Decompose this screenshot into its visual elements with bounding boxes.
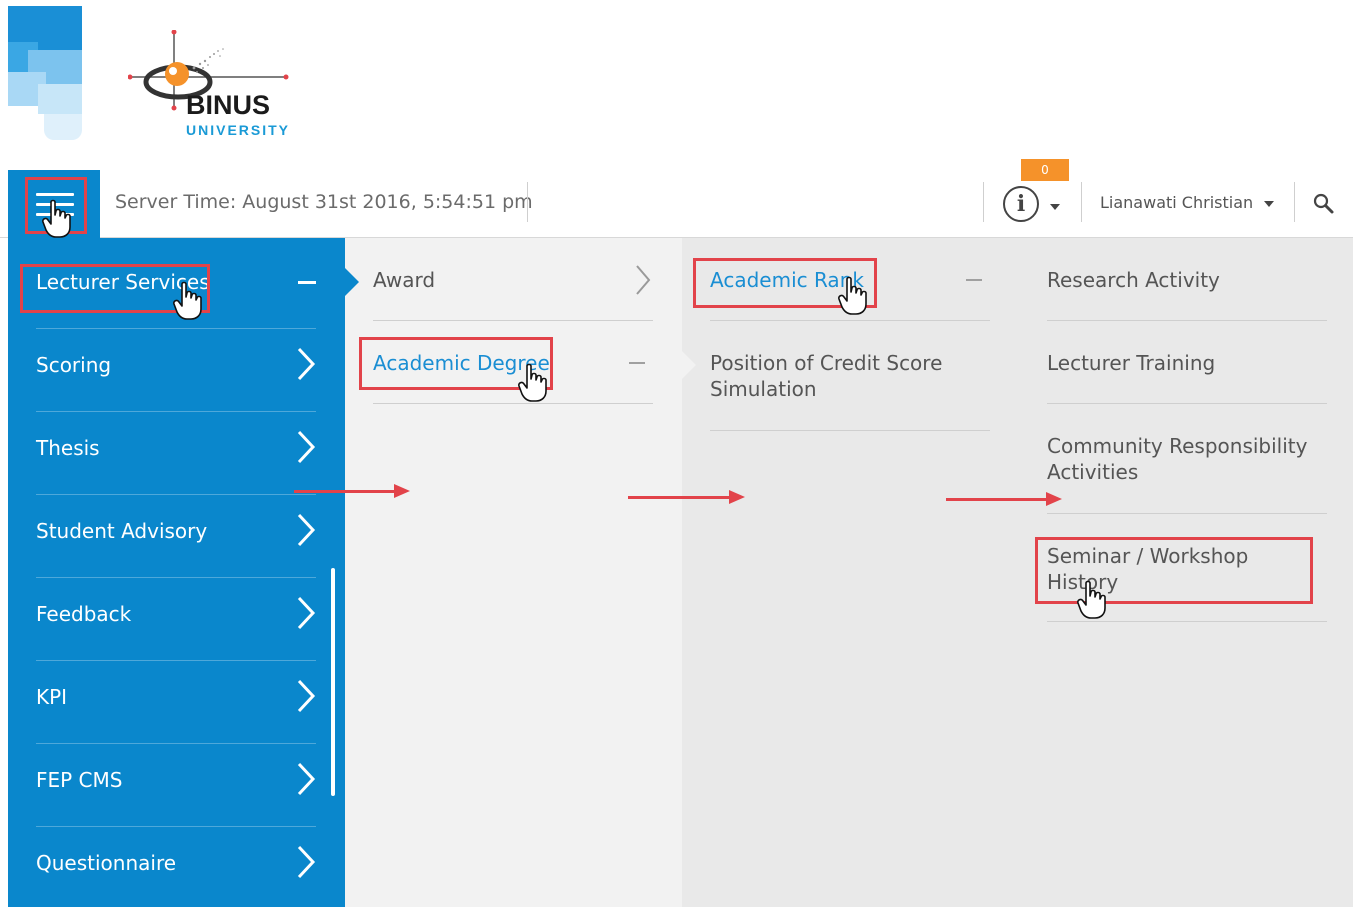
- header-divider: [527, 182, 528, 222]
- logo-subtitle: UNIVERSITY: [186, 122, 291, 138]
- hand-cursor-icon: [173, 281, 202, 320]
- sidebar-item-label: KPI: [36, 685, 68, 709]
- sidebar-item-label: FEP CMS: [36, 768, 123, 792]
- chevron-right-icon: [297, 762, 316, 796]
- user-menu[interactable]: Lianawati Christian: [1100, 193, 1253, 212]
- chevron-right-icon: [297, 347, 316, 381]
- chevron-right-icon: [297, 596, 316, 630]
- sidebar-item-label: Student Advisory: [36, 519, 208, 543]
- sidebar-item-student-advisory[interactable]: Student Advisory: [36, 495, 316, 578]
- sidebar-item-label: Feedback: [36, 602, 132, 626]
- menu-item-lecturer-training[interactable]: Lecturer Training: [1047, 321, 1327, 404]
- hand-cursor-icon: [42, 199, 71, 238]
- menu-item-position-of-credit-score-simulation[interactable]: Position of Credit Score Simulation: [710, 321, 990, 431]
- menu-item-research-activity[interactable]: Research Activity: [1047, 238, 1327, 321]
- sidebar-item-feedback[interactable]: Feedback: [36, 578, 316, 661]
- brand-tiles-graphic: [8, 6, 82, 140]
- sidebar-scrollbar[interactable]: [331, 568, 335, 796]
- menu-item-label: Research Activity: [1047, 268, 1220, 292]
- collapse-icon[interactable]: [629, 362, 645, 364]
- sidebar-item-questionnaire[interactable]: Questionnaire: [36, 827, 316, 907]
- chevron-right-icon: [297, 845, 316, 879]
- sidebar-item-scoring[interactable]: Scoring: [36, 329, 316, 412]
- chevron-right-icon: [297, 679, 316, 713]
- collapse-icon[interactable]: [966, 279, 982, 281]
- header-divider: [983, 182, 984, 222]
- hand-cursor-icon: [518, 363, 547, 402]
- pointer-arrow: [345, 268, 359, 296]
- collapse-icon[interactable]: [298, 281, 316, 284]
- menu-item-label: Position of Credit Score Simulation: [710, 351, 943, 401]
- server-time: Server Time: August 31st 2016, 5:54:51 p…: [115, 191, 533, 213]
- sidebar-menu: Lecturer Services Scoring Thesis Student…: [8, 238, 345, 907]
- notification-badge: 0: [1021, 159, 1069, 181]
- binus-logo: BINUS UNIVERSITY: [128, 30, 328, 142]
- pointer-arrow: [1019, 268, 1033, 296]
- flow-arrow: [946, 492, 1062, 506]
- info-icon[interactable]: i: [1003, 186, 1039, 222]
- flow-arrow: [628, 490, 745, 504]
- chevron-right-icon: [297, 513, 316, 547]
- caret-down-icon[interactable]: [1264, 201, 1274, 207]
- menu-item-award[interactable]: Award: [373, 238, 653, 321]
- sidebar-item-thesis[interactable]: Thesis: [36, 412, 316, 495]
- caret-down-icon[interactable]: [1050, 204, 1060, 210]
- chevron-right-icon: [636, 265, 651, 295]
- sidebar-item-label: Questionnaire: [36, 851, 177, 875]
- pointer-arrow: [682, 351, 696, 379]
- submenu-column-3: Academic Rank Position of Credit Score S…: [682, 238, 1019, 907]
- hand-cursor-icon: [1077, 580, 1106, 619]
- sidebar-item-label: Scoring: [36, 353, 112, 377]
- sidebar-item-label: Thesis: [36, 436, 100, 460]
- sidebar-item-fep-cms[interactable]: FEP CMS: [36, 744, 316, 827]
- header-divider: [1294, 182, 1295, 222]
- search-icon[interactable]: [1313, 193, 1335, 215]
- sidebar-item-kpi[interactable]: KPI: [36, 661, 316, 744]
- header-divider: [1081, 182, 1082, 222]
- logo-name: BINUS: [186, 90, 271, 120]
- menu-item-label: Award: [373, 268, 436, 292]
- menu-item-label: Community Responsibility Activities: [1047, 434, 1308, 484]
- flow-arrow: [294, 484, 410, 498]
- menu-item-community-responsibility-activities[interactable]: Community Responsibility Activities: [1047, 404, 1327, 514]
- chevron-right-icon: [297, 430, 316, 464]
- menu-item-label: Lecturer Training: [1047, 351, 1216, 375]
- hand-cursor-icon: [838, 276, 867, 315]
